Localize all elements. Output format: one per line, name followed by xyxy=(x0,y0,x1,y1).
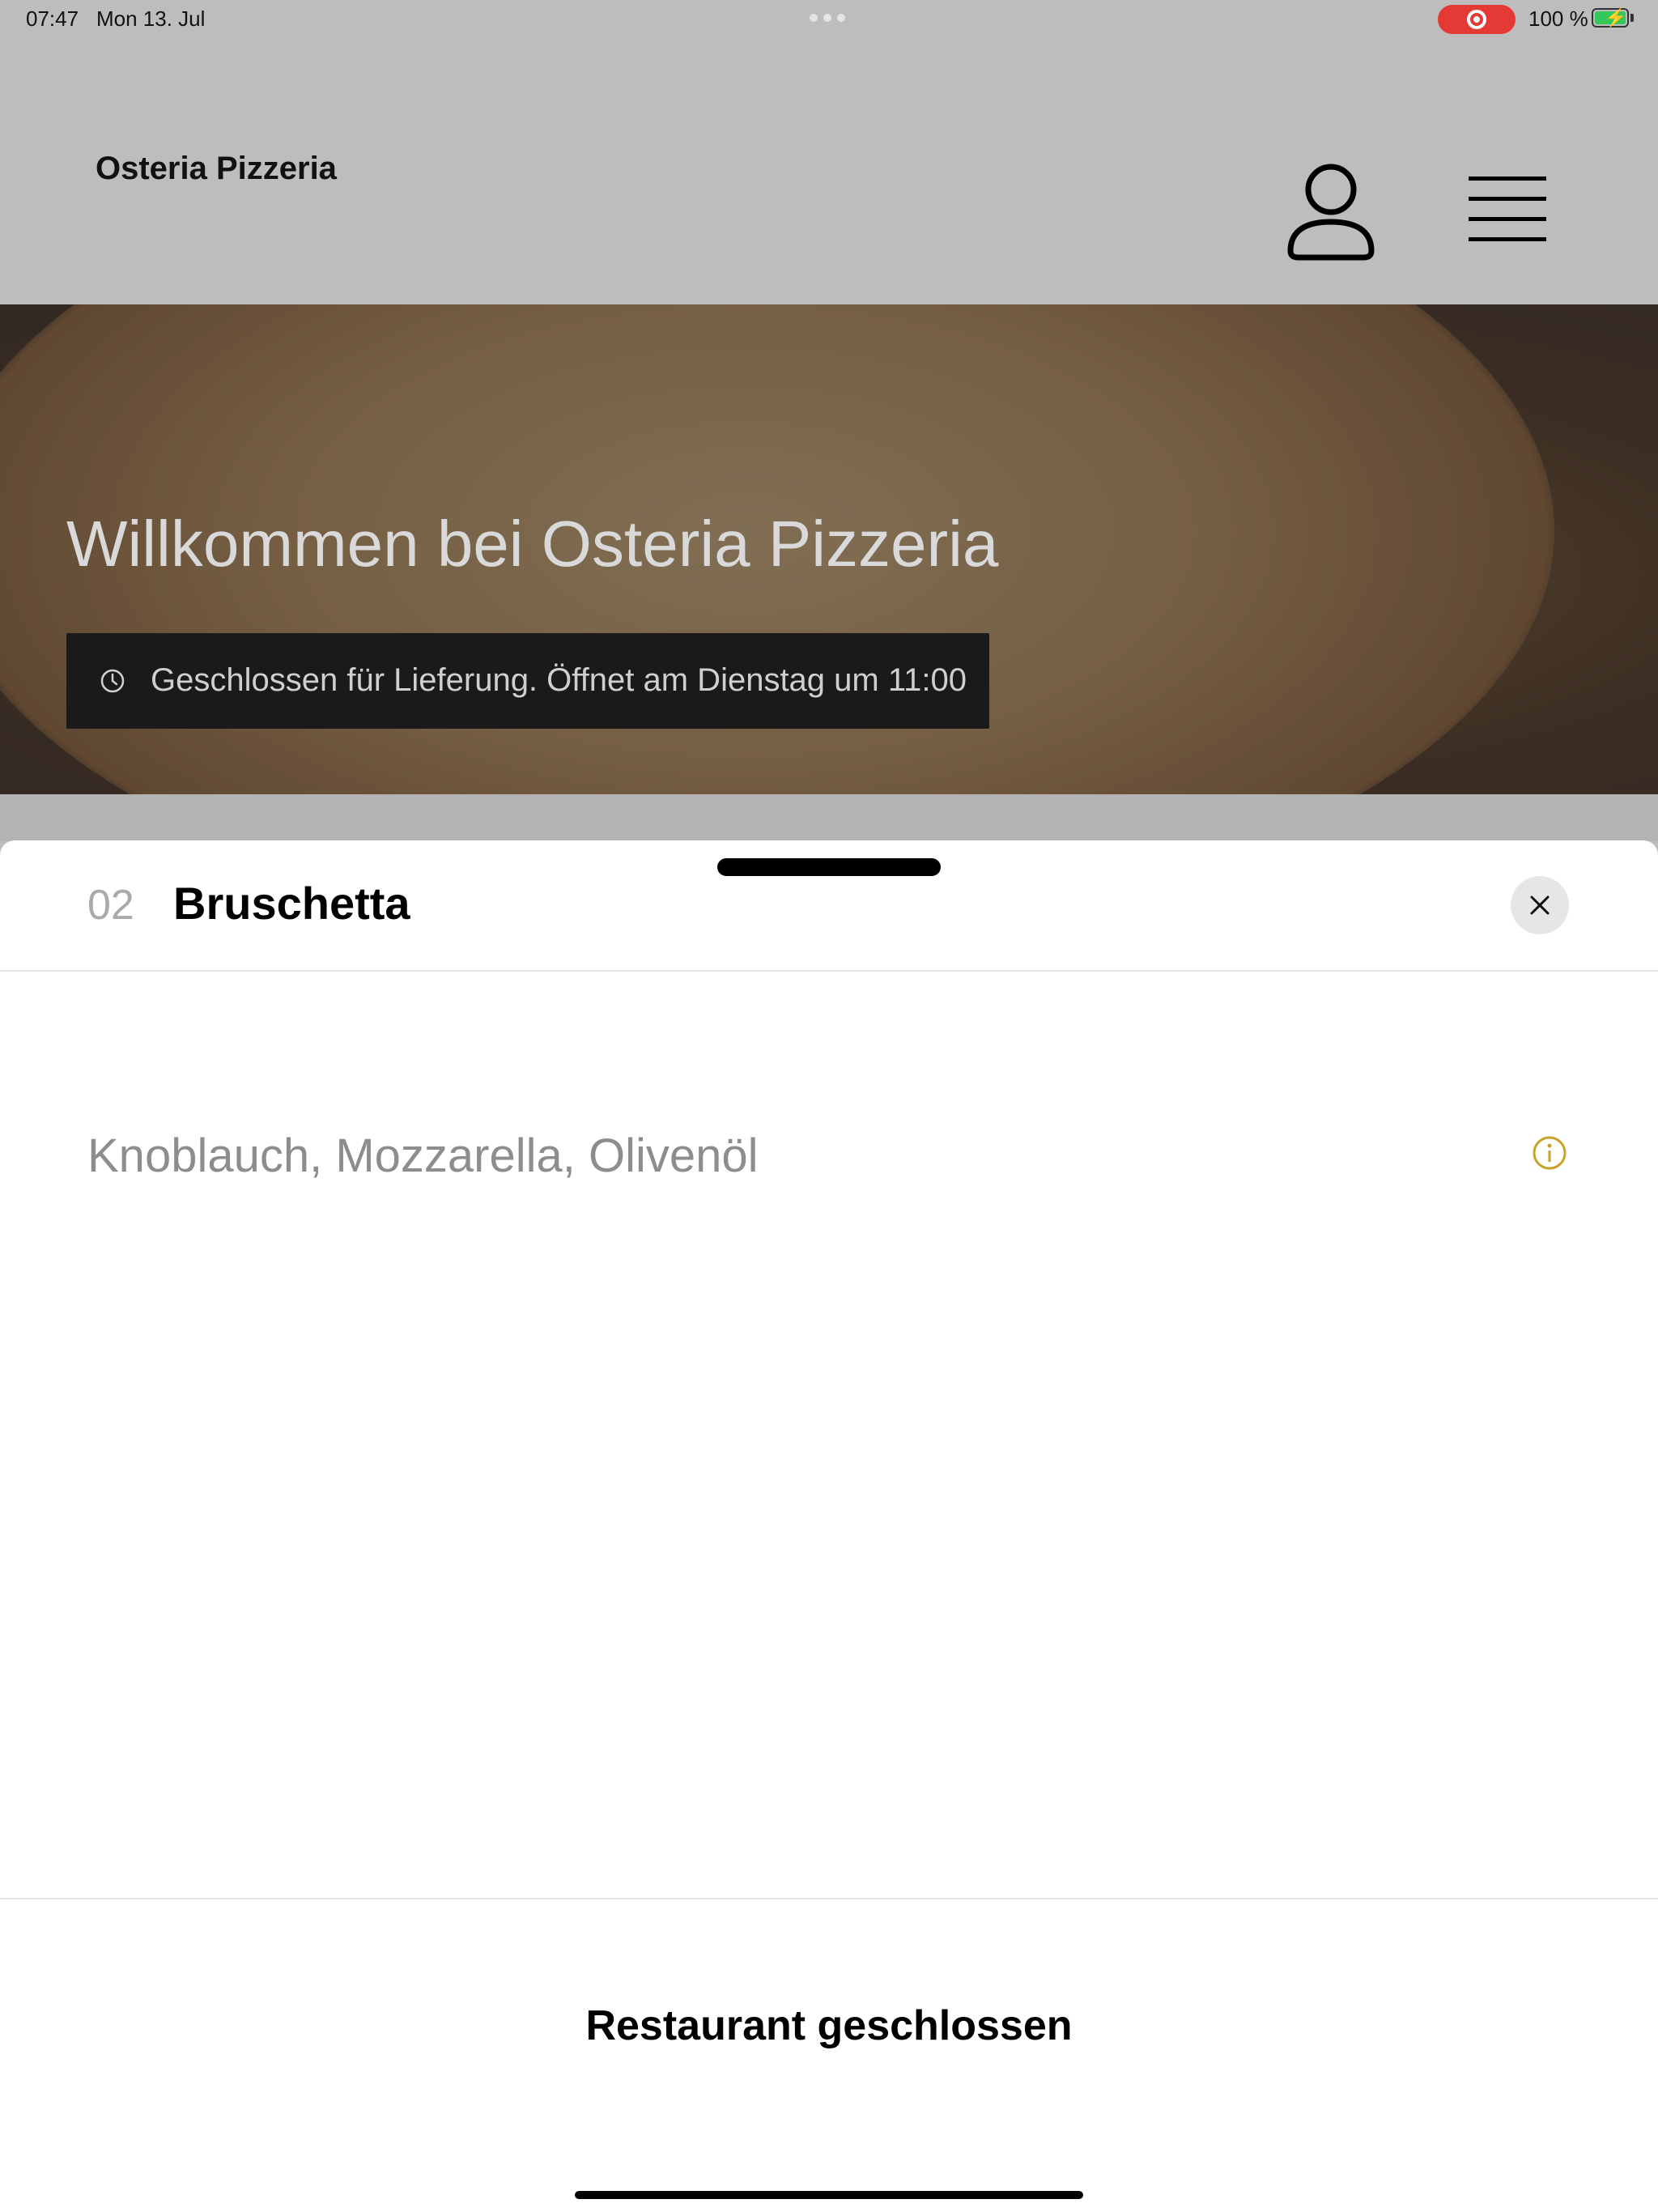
brand-name[interactable]: Osteria Pizzeria xyxy=(96,151,337,187)
allergen-info-button[interactable] xyxy=(1532,1135,1567,1171)
status-time: 07:47 xyxy=(26,6,79,31)
multitasking-dots-icon[interactable] xyxy=(810,14,845,22)
site-header: Osteria Pizzeria xyxy=(0,39,1658,304)
hero-title: Willkommen bei Osteria Pizzeria xyxy=(66,508,999,580)
battery-tip xyxy=(1630,14,1634,22)
dimmed-backdrop[interactable] xyxy=(0,794,1658,841)
restaurant-closed-button[interactable]: Restaurant geschlossen xyxy=(0,2001,1658,2050)
sheet-header-divider xyxy=(0,970,1658,972)
status-bar: 07:47 Mon 13. Jul 100 % ⚡ xyxy=(0,0,1658,39)
closed-notice: Geschlossen für Lieferung. Öffnet am Die… xyxy=(66,633,989,729)
item-detail-sheet: 02 Bruschetta Knoblauch, Mozzarella, Oli… xyxy=(0,840,1658,2212)
close-icon xyxy=(1530,895,1550,915)
hamburger-menu-button[interactable] xyxy=(1460,168,1554,253)
info-icon xyxy=(1533,1136,1567,1170)
sheet-footer-divider xyxy=(0,1898,1658,1899)
sheet-grabber-handle[interactable] xyxy=(717,858,941,876)
hero-banner: Willkommen bei Osteria Pizzeria Geschlos… xyxy=(0,304,1658,794)
battery-percent: 100 % xyxy=(1528,6,1588,31)
clock-icon xyxy=(100,669,125,693)
user-account-button[interactable] xyxy=(1286,160,1376,261)
closed-notice-text: Geschlossen für Lieferung. Öffnet am Die… xyxy=(151,662,967,698)
home-indicator[interactable] xyxy=(575,2191,1083,2199)
app-screen: { "status_bar": { "time": "07:47", "date… xyxy=(0,0,1658,2212)
item-number: 02 xyxy=(87,882,134,929)
close-button[interactable] xyxy=(1511,876,1569,934)
battery-icon: ⚡ xyxy=(1592,8,1629,28)
user-icon xyxy=(1287,164,1375,261)
status-date: Mon 13. Jul xyxy=(96,6,206,31)
screen-recording-indicator[interactable] xyxy=(1438,5,1516,34)
item-ingredients: Knoblauch, Mozzarella, Olivenöl xyxy=(87,1129,759,1182)
menu-icon xyxy=(1469,177,1546,241)
item-title: Bruschetta xyxy=(173,878,410,929)
